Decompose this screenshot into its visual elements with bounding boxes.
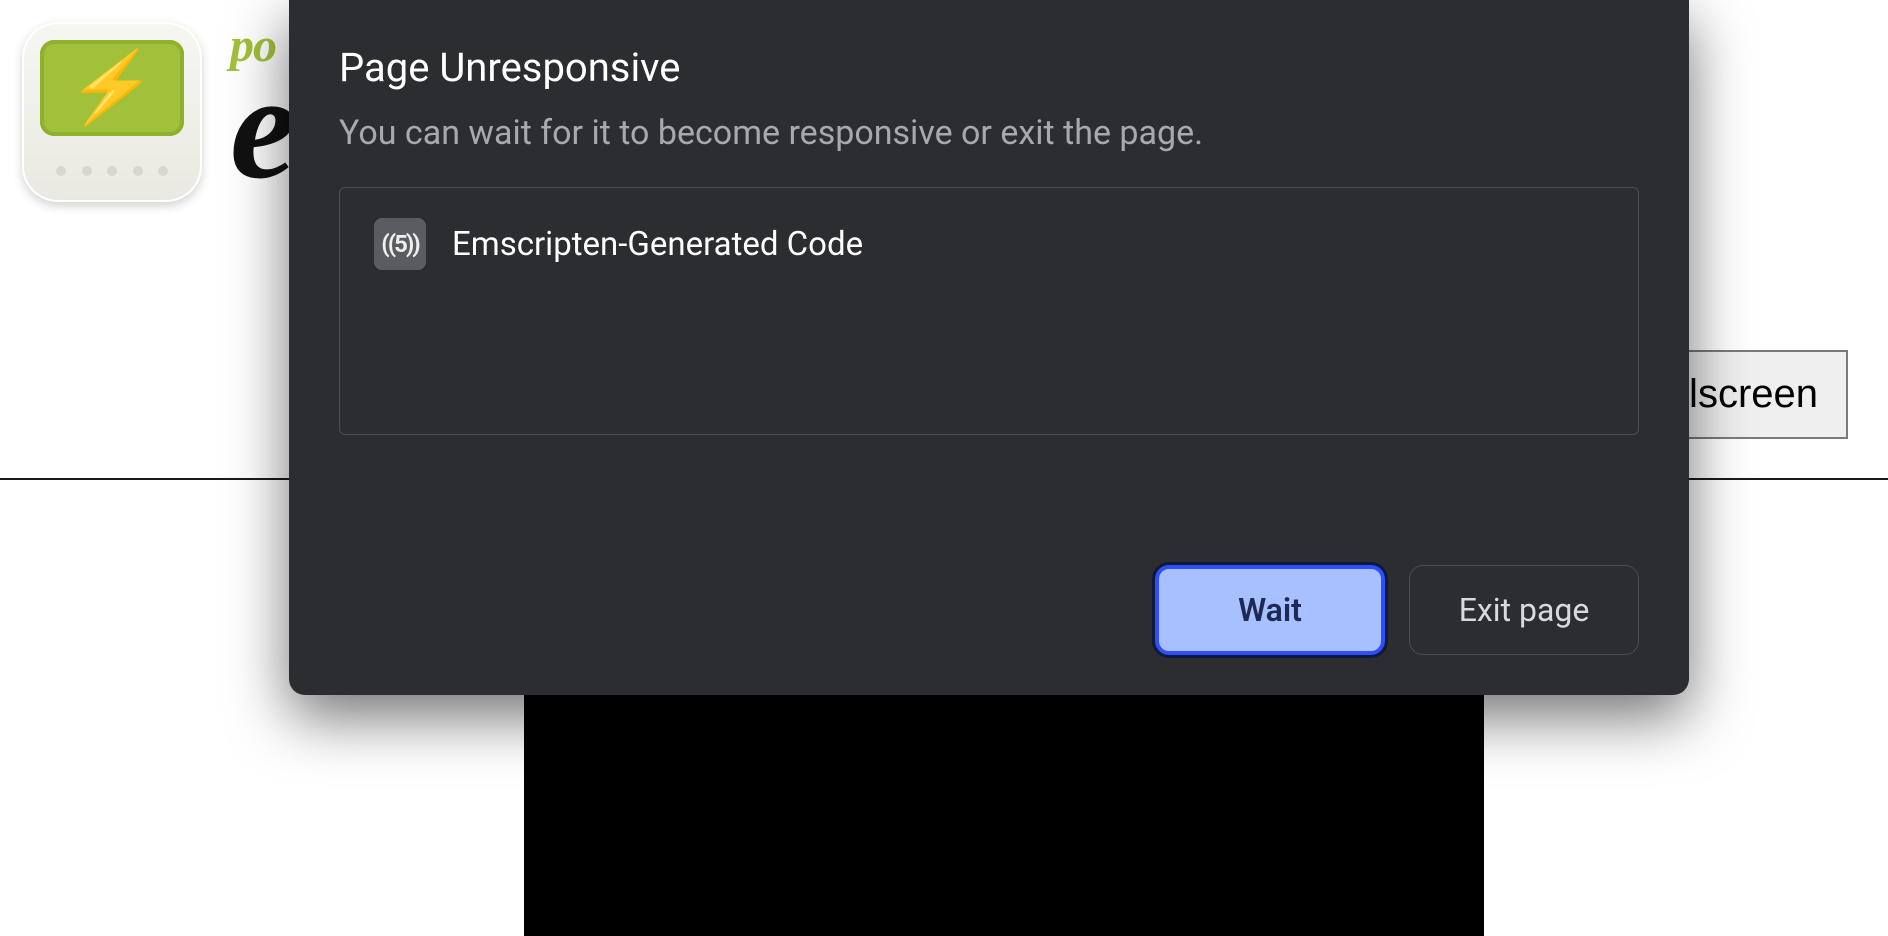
lightning-icon: ⚡ — [64, 47, 160, 129]
wait-button[interactable]: Wait — [1155, 565, 1385, 655]
tab-name: Emscripten-Generated Code — [452, 225, 863, 264]
page-unresponsive-dialog: Page Unresponsive You can wait for it to… — [289, 0, 1689, 695]
dialog-subtitle: You can wait for it to become responsive… — [339, 113, 1639, 153]
dialog-title: Page Unresponsive — [339, 44, 1639, 91]
unresponsive-tabs-list: ((5)) Emscripten-Generated Code — [339, 187, 1639, 435]
brand-text: po e — [230, 18, 291, 181]
app-logo: ⚡ — [22, 22, 202, 202]
brand-title: e — [230, 73, 291, 181]
app-logo-dots — [56, 166, 168, 176]
unresponsive-tab-item: ((5)) Emscripten-Generated Code — [374, 218, 1604, 270]
exit-page-button[interactable]: Exit page — [1409, 565, 1639, 655]
tab-favicon-icon: ((5)) — [374, 218, 426, 270]
app-logo-top: ⚡ — [40, 40, 184, 136]
dialog-button-row: Wait Exit page — [339, 527, 1639, 655]
